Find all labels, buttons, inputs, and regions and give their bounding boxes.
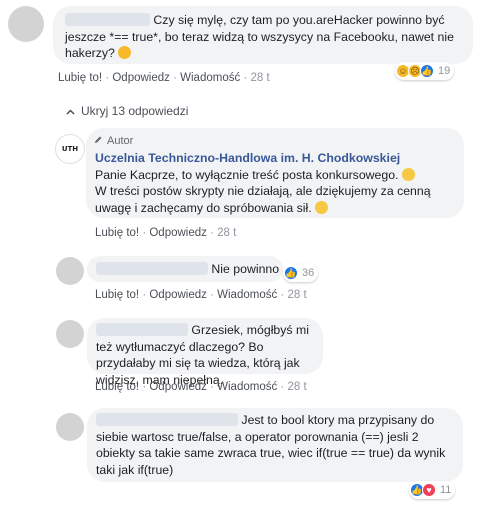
comment-text-line1: Panie Kacprze, to wyłącznie treść posta …: [95, 167, 399, 182]
page-avatar[interactable]: UTH: [55, 134, 85, 164]
like-link[interactable]: Lubię to!: [95, 289, 139, 301]
comment-bubble: Grzesiek, mógłbyś mi też wytłumaczyć dla…: [87, 318, 323, 387]
message-link[interactable]: Wiadomość: [180, 72, 240, 84]
timestamp[interactable]: 28 t: [287, 381, 306, 393]
redacted-author-name[interactable]: [96, 413, 238, 426]
redacted-author-name[interactable]: [96, 262, 208, 275]
avatar[interactable]: [56, 413, 84, 441]
author-badge: Autor: [94, 133, 133, 150]
reply-link[interactable]: Odpowiedz: [112, 72, 170, 84]
reaction-count: 19: [438, 65, 451, 77]
avatar[interactable]: [56, 257, 84, 285]
hide-replies-label: Ukryj 13 odpowiedzi: [81, 104, 189, 118]
reply-link[interactable]: Odpowiedz: [149, 289, 207, 301]
comment-bubble: Autor Uczelnia Techniczno-Handlowa im. H…: [86, 128, 464, 218]
comment-text: Nie powinno: [211, 262, 280, 276]
like-link[interactable]: Lubię to!: [95, 381, 139, 393]
avatar[interactable]: [8, 6, 44, 42]
redacted-author-name[interactable]: [96, 323, 188, 336]
love-icon: ♥: [422, 483, 436, 497]
comment-actions: Lubię to! · Odpowiedz · Wiadomość · 28 t: [95, 289, 307, 301]
smiling-face-icon: [315, 200, 329, 214]
comment-actions: Lubię to! · Odpowiedz · 28 t: [95, 227, 237, 239]
chevron-up-icon: [66, 104, 75, 118]
timestamp[interactable]: 28 t: [287, 289, 306, 301]
comment-actions: Lubię to! · Odpowiedz · Wiadomość · 28 t: [58, 72, 270, 84]
message-link[interactable]: Wiadomość: [217, 289, 277, 301]
reaction-count: 36: [302, 267, 315, 279]
reactions-summary[interactable]: 👍 36: [283, 264, 319, 282]
reactions-summary[interactable]: ☺ ☹ 👍 19: [395, 62, 455, 80]
smiling-face-icon: [401, 167, 415, 181]
timestamp[interactable]: 28 t: [217, 227, 236, 239]
comment-bubble: Jest to bool ktory ma przypisany do sieb…: [87, 408, 463, 482]
author-name-link[interactable]: Uczelnia Techniczno-Handlowa im. H. Chod…: [95, 151, 400, 165]
reply-link[interactable]: Odpowiedz: [149, 227, 207, 239]
like-icon: 👍: [284, 266, 298, 280]
timestamp[interactable]: 28 t: [250, 72, 269, 84]
redacted-author-name[interactable]: [65, 13, 150, 26]
like-link[interactable]: Lubię to!: [58, 72, 102, 84]
comment-text-line2: W treści postów skrypty nie działają, al…: [95, 184, 431, 215]
avatar[interactable]: [56, 320, 84, 348]
thinking-face-icon: [118, 46, 132, 59]
like-icon: 👍: [420, 64, 434, 78]
reaction-count: 11: [440, 484, 452, 496]
message-link[interactable]: Wiadomość: [217, 381, 277, 393]
like-link[interactable]: Lubię to!: [95, 227, 139, 239]
comment-bubble: Czy się mylę, czy tam po you.areHacker p…: [53, 6, 473, 64]
hide-replies-link[interactable]: Ukryj 13 odpowiedzi: [66, 104, 188, 118]
comment-actions: Lubię to! · Odpowiedz · Wiadomość · 28 t: [95, 381, 307, 393]
comment-bubble: Nie powinno: [87, 256, 283, 282]
reply-link[interactable]: Odpowiedz: [149, 381, 207, 393]
reactions-summary[interactable]: 👍 ♥ 11: [409, 481, 456, 499]
uth-logo-text: UTH: [61, 145, 79, 153]
pencil-icon: [94, 133, 103, 150]
